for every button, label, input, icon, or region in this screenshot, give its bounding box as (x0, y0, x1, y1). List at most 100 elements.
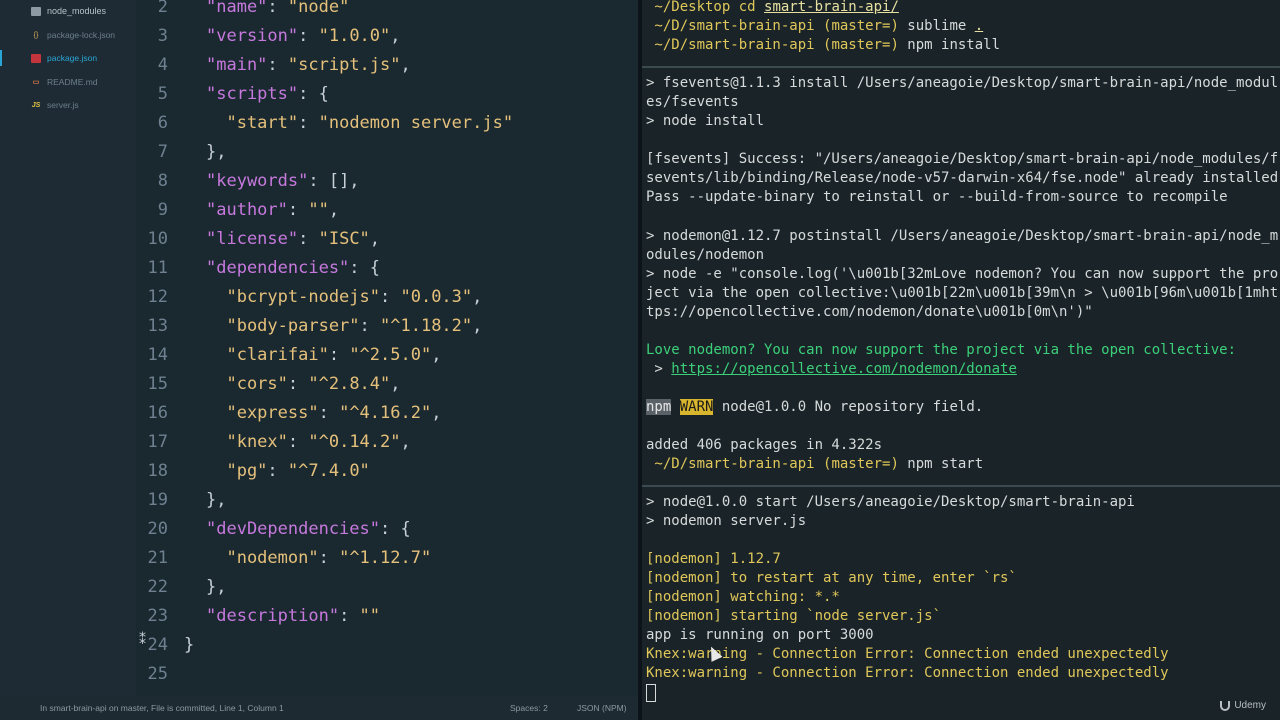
code-token: "body-parser" (206, 316, 360, 336)
code-token: : (287, 374, 309, 394)
line-number: 7 (157, 142, 168, 162)
code-token: "^0.14.2" (308, 432, 401, 452)
code-token: "nodemon server.js" (318, 113, 514, 133)
code-line: "name": "node" (206, 0, 349, 22)
line-number: 8 (157, 171, 168, 191)
code-token: , (390, 26, 401, 46)
terminal-line: > nodemon server.js (646, 513, 807, 529)
code-line: }, (206, 138, 226, 167)
code-token: , (400, 432, 411, 452)
code-line: "scripts": { (206, 80, 329, 109)
code-token: : (298, 26, 319, 46)
line-number: 18 (147, 461, 168, 481)
line-number: 21 (147, 548, 168, 568)
code-token: : (287, 432, 309, 452)
code-token: "bcrypt-nodejs" (206, 287, 380, 307)
terminal-line: ~/D/smart-brain-api (master=) sublime . (646, 18, 984, 34)
folder-icon (31, 6, 41, 16)
code-token: "^2.5.0" (349, 345, 432, 365)
code-token: : (359, 316, 381, 336)
code-token: , (472, 316, 483, 336)
code-token: : { (298, 84, 329, 104)
code-token: }, (206, 577, 227, 597)
line-number: 10 (147, 229, 168, 249)
terminal-line: tps://opencollective.com/nodemon/donate\… (646, 304, 1093, 320)
code-token: "scripts" (206, 84, 299, 104)
code-token: , (400, 55, 411, 75)
terminal-line: app is running on port 3000 (646, 627, 874, 643)
code-token: : { (380, 519, 411, 539)
terminal-line: ~/D/smart-brain-api (master=) npm instal… (646, 37, 1001, 53)
code-token: "^2.8.4" (308, 374, 391, 394)
code-line: "keywords": [], (206, 167, 360, 196)
syntax-selector[interactable]: JSON (NPM) (577, 703, 627, 713)
terminal-line: > nodemon@1.12.7 postinstall /Users/anea… (646, 228, 1279, 244)
code-token: "version" (206, 26, 299, 46)
line-number: 19 (147, 490, 168, 510)
code-line: "pg": "^7.4.0" (206, 457, 369, 486)
code-token: : (267, 55, 288, 75)
code-token: "^4.16.2" (339, 403, 432, 423)
terminal-line: > https://opencollective.com/nodemon/don… (646, 361, 1017, 377)
terminal-pane[interactable]: ~/Desktop cd smart-brain-api/ ~/D/smart-… (642, 0, 1280, 720)
code-line: "version": "1.0.0", (206, 22, 401, 51)
code-token: "name" (206, 0, 268, 17)
code-token: } (184, 635, 195, 655)
terminal-line: es/fsevents (646, 94, 739, 110)
code-token: "ISC" (318, 229, 370, 249)
status-git-info: In smart-brain-api on master, File is co… (40, 703, 284, 713)
code-token: "^1.12.7" (339, 548, 432, 568)
terminal-cursor[interactable] (646, 684, 656, 703)
code-token: "keywords" (206, 171, 309, 191)
code-token: }, (206, 490, 227, 510)
code-token: "start" (206, 113, 299, 133)
sidebar-item-label: package.json (47, 53, 98, 63)
code-token: "1.0.0" (318, 26, 391, 46)
code-token: , (369, 229, 381, 249)
terminal-line: npm WARN node@1.0.0 No repository field. (646, 399, 984, 415)
code-token: "" (359, 606, 381, 626)
code-line: } (184, 631, 194, 660)
code-token: : (267, 0, 288, 17)
code-token: "description" (206, 606, 340, 626)
terminal-separator (642, 66, 1280, 68)
udemy-watermark: Udemy (1220, 700, 1266, 711)
terminal-line: ~/D/smart-brain-api (master=) npm start (646, 456, 984, 472)
line-number: 15 (147, 374, 168, 394)
code-line: "knex": "^0.14.2", (206, 428, 411, 457)
code-token: "devDependencies" (206, 519, 380, 539)
code-line: "dependencies": { (206, 254, 380, 283)
code-token: "dependencies" (206, 258, 350, 278)
terminal-line: > fsevents@1.1.3 install /Users/aneagoie… (646, 75, 1279, 91)
terminal-link: . (974, 18, 984, 34)
indentation-setting[interactable]: Spaces: 2 (510, 703, 548, 713)
warn-badge: WARN (679, 399, 714, 415)
fold-marker-icon[interactable]: ⁑ (139, 632, 146, 648)
terminal-separator (642, 485, 1280, 487)
code-token: , (472, 287, 483, 307)
code-token: "knex" (206, 432, 288, 452)
line-number: 6 (157, 113, 168, 133)
code-line: "cors": "^2.8.4", (206, 370, 400, 399)
code-token: "script.js" (287, 55, 401, 75)
code-token: : (298, 113, 319, 133)
code-token: "" (308, 200, 329, 220)
code-editor[interactable]: 2 3 4 5 6 7 8 9 10 11 12 13 14 15 16 17 18 19 20 21 22 23 24 25… (136, 0, 639, 696)
code-token: "cors" (206, 374, 288, 394)
code-line: "main": "script.js", (206, 51, 411, 80)
code-token: "license" (206, 229, 299, 249)
terminal-line: [fsevents] Success: "/Users/aneagoie/Des… (646, 151, 1279, 167)
terminal-line: ject via the open collective:\u001b[22m\… (646, 285, 1279, 301)
terminal-line: sevents/lib/binding/Release/node-v57-dar… (646, 170, 1279, 186)
code-line: "author": "", (206, 196, 339, 225)
js-file-icon: JS (31, 101, 41, 109)
terminal-link: smart-brain-api/ (764, 0, 899, 15)
line-number: 20 (147, 519, 168, 539)
active-indicator (0, 50, 2, 66)
package-file-icon (31, 53, 41, 63)
code-token: , (431, 403, 442, 423)
code-token: "author" (206, 200, 288, 220)
file-sidebar: node_modules {} package-lock.json packag… (0, 0, 136, 696)
line-number: 22 (147, 577, 168, 597)
code-line: "start": "nodemon server.js" (206, 109, 513, 138)
